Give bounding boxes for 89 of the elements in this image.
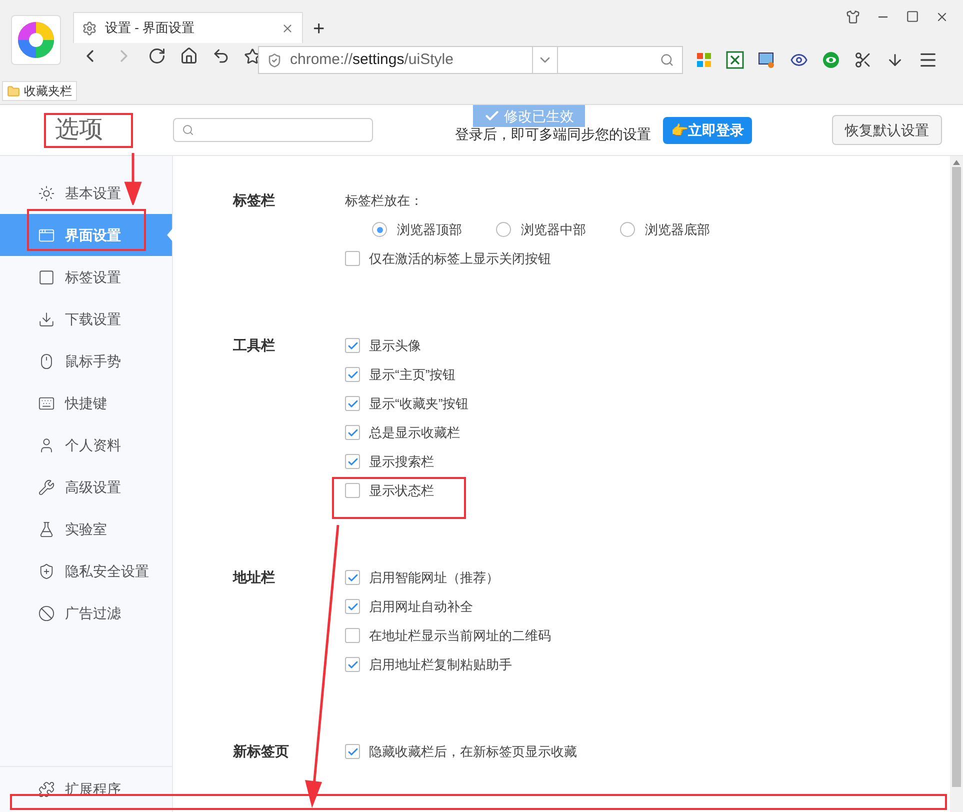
checkbox-option[interactable]: 显示搜索栏 bbox=[345, 447, 469, 476]
arrow-drawing bbox=[124, 153, 142, 205]
checkbox[interactable] bbox=[345, 483, 360, 498]
sidebar-item[interactable]: 鼠标手势 bbox=[38, 340, 121, 382]
shield-icon bbox=[267, 52, 282, 68]
apps-grid-icon[interactable] bbox=[696, 52, 712, 68]
checkbox[interactable] bbox=[345, 396, 360, 411]
checkbox[interactable] bbox=[345, 251, 360, 266]
checkbox-option[interactable]: 启用网址自动补全 bbox=[345, 592, 551, 621]
radio-button[interactable] bbox=[620, 222, 635, 237]
checkbox[interactable] bbox=[345, 599, 360, 614]
extension-icon bbox=[38, 781, 55, 798]
address-bar[interactable]: chrome://settings/uiStyle bbox=[258, 46, 558, 74]
page-title: 选项 bbox=[55, 116, 103, 144]
sidebar-item[interactable]: 标签设置 bbox=[38, 256, 121, 298]
checkbox[interactable] bbox=[345, 367, 360, 382]
address-text: chrome://settings/uiStyle bbox=[290, 50, 454, 70]
screenshot-icon[interactable] bbox=[758, 51, 776, 69]
checkbox-option[interactable]: 显示“主页”按钮 bbox=[345, 360, 469, 389]
wrench-icon bbox=[38, 478, 55, 496]
tab-icon bbox=[38, 268, 55, 286]
close-icon[interactable] bbox=[935, 10, 949, 24]
checkbox[interactable] bbox=[345, 425, 360, 440]
sidebar-item[interactable]: 下载设置 bbox=[38, 298, 121, 340]
checkbox-option[interactable]: 总是显示收藏栏 bbox=[345, 418, 469, 447]
sun-icon bbox=[38, 184, 55, 202]
section-title: 工具栏 bbox=[233, 336, 276, 355]
skin-icon[interactable] bbox=[846, 10, 860, 24]
search-field[interactable] bbox=[173, 118, 373, 142]
checkbox[interactable] bbox=[345, 744, 360, 759]
maximize-icon[interactable] bbox=[906, 10, 919, 23]
sidebar-item[interactable]: 高级设置 bbox=[38, 466, 121, 508]
checkbox[interactable] bbox=[345, 454, 360, 469]
sidebar-item[interactable]: 个人资料 bbox=[38, 424, 121, 466]
checkbox-option[interactable]: 启用地址栏复制粘贴助手 bbox=[345, 650, 551, 679]
section-title: 地址栏 bbox=[233, 568, 276, 587]
bookmark-folder[interactable]: 收藏夹栏 bbox=[2, 81, 77, 101]
radio-option[interactable]: 浏览器中部 bbox=[496, 220, 586, 240]
sidebar-item[interactable]: 快捷键 bbox=[38, 382, 107, 424]
checkbox-option[interactable]: 启用智能网址（推荐） bbox=[345, 563, 551, 592]
eye-icon[interactable] bbox=[790, 51, 808, 69]
checkbox[interactable] bbox=[345, 657, 360, 672]
sidebar-item[interactable]: 基本设置 bbox=[38, 172, 121, 214]
checkbox-option[interactable]: 仅在激活的标签上显示关闭按钮 bbox=[345, 244, 710, 273]
reload-icon[interactable] bbox=[148, 47, 166, 65]
star-icon[interactable] bbox=[244, 48, 261, 64]
option-caption: 标签栏放在： bbox=[345, 192, 424, 210]
sidebar-item[interactable]: 实验室 bbox=[38, 508, 107, 550]
block-icon bbox=[38, 604, 55, 622]
sidebar-item[interactable]: 隐私安全设置 bbox=[38, 550, 149, 592]
folder-icon bbox=[7, 84, 20, 98]
scissors-icon[interactable] bbox=[854, 51, 872, 69]
checkbox[interactable] bbox=[345, 570, 360, 585]
flask-icon bbox=[38, 520, 55, 538]
undo-icon[interactable] bbox=[212, 47, 230, 65]
download-icon bbox=[38, 310, 55, 328]
radio-button[interactable] bbox=[372, 222, 387, 237]
section-title: 新标签页 bbox=[233, 742, 290, 761]
radio-option[interactable]: 浏览器底部 bbox=[620, 220, 710, 240]
checkbox-option[interactable]: 显示“收藏夹”按钮 bbox=[345, 389, 469, 418]
checkbox-option[interactable]: 隐藏收藏栏后，在新标签页显示收藏 bbox=[345, 737, 577, 766]
restore-defaults-button[interactable]: 恢复默认设置 bbox=[832, 115, 942, 145]
radio-button[interactable] bbox=[496, 222, 511, 237]
sidebar-item[interactable]: 广告过滤 bbox=[38, 592, 121, 634]
home-icon[interactable] bbox=[180, 47, 198, 65]
scrollbar[interactable] bbox=[950, 156, 963, 812]
keyboard-icon bbox=[38, 394, 55, 412]
spreadsheet-icon[interactable] bbox=[726, 51, 744, 69]
login-hint: 登录后，即可多端同步您的设置 bbox=[455, 126, 651, 142]
checkbox-option[interactable]: 显示状态栏 bbox=[345, 476, 469, 505]
search-icon bbox=[182, 124, 194, 136]
eye-circle-icon[interactable] bbox=[822, 51, 840, 69]
checkbox-option[interactable]: 在地址栏显示当前网址的二维码 bbox=[345, 621, 551, 650]
download-icon[interactable] bbox=[886, 51, 904, 69]
new-tab-button[interactable]: + bbox=[313, 14, 325, 44]
checkbox[interactable] bbox=[345, 338, 360, 353]
mouse-icon bbox=[38, 352, 55, 370]
close-icon[interactable] bbox=[281, 22, 294, 34]
section-title: 标签栏 bbox=[233, 191, 276, 210]
checkbox-option[interactable]: 显示头像 bbox=[345, 331, 469, 360]
saved-toast: 修改已生效 bbox=[473, 105, 585, 127]
shield-icon bbox=[38, 562, 55, 580]
scroll-up-icon[interactable] bbox=[953, 160, 960, 165]
user-icon bbox=[38, 436, 55, 454]
radio-option[interactable]: 浏览器顶部 bbox=[372, 220, 462, 240]
search-icon bbox=[660, 53, 674, 67]
window-icon bbox=[38, 226, 55, 244]
checkbox[interactable] bbox=[345, 628, 360, 643]
gear-icon bbox=[82, 20, 97, 36]
